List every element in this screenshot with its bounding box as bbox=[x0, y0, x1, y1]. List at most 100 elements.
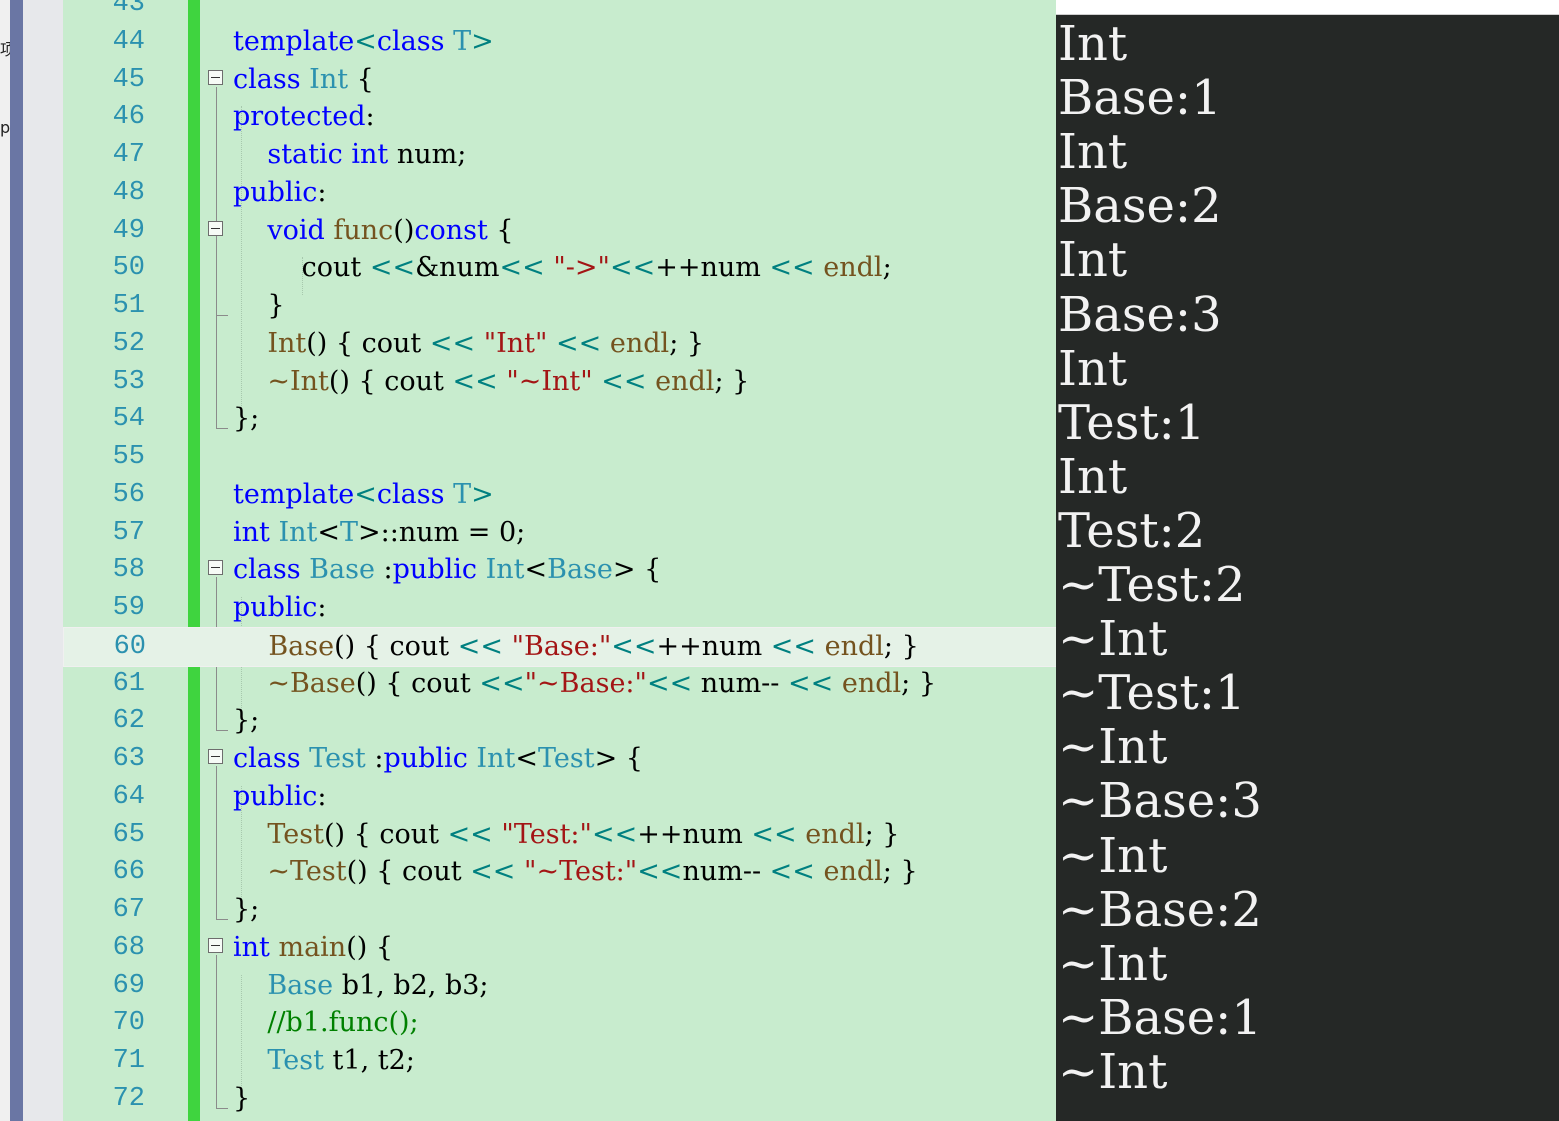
code-token: << bbox=[609, 252, 656, 284]
code-token: static bbox=[267, 139, 343, 170]
code-token: { bbox=[487, 214, 514, 246]
code-token: "Base:" bbox=[511, 630, 612, 662]
code-line[interactable]: 55 bbox=[63, 438, 1056, 476]
line-number: 54 bbox=[112, 404, 145, 435]
code-token: << bbox=[646, 667, 693, 699]
code-line-current[interactable]: 60 Base() { cout << "Base:"<<++num << en… bbox=[63, 626, 1056, 667]
code-token: < bbox=[354, 478, 377, 510]
code-token: < bbox=[317, 516, 340, 548]
code-line[interactable]: 47 static int num; bbox=[63, 136, 1056, 174]
code-line[interactable]: 70 //b1.func(); bbox=[63, 1004, 1056, 1042]
code-token: public bbox=[392, 554, 477, 586]
code-token: template bbox=[233, 478, 355, 510]
code-line[interactable]: 58 class Base :public Int<Base> { bbox=[63, 551, 1056, 589]
code-token: template bbox=[233, 25, 355, 57]
collapse-icon[interactable] bbox=[208, 937, 223, 953]
code-token: ; } bbox=[883, 630, 919, 662]
console-output-line: Int bbox=[1058, 232, 1128, 289]
vertical-scrollbar[interactable] bbox=[10, 0, 23, 1121]
code-line[interactable]: 61 ~Base() { cout <<"~Base:"<< num-- << … bbox=[63, 665, 1056, 703]
code-token: endl bbox=[655, 365, 715, 397]
code-text: Test t1, t2; bbox=[233, 1042, 415, 1080]
code-line[interactable]: 56 template<class T> bbox=[63, 476, 1056, 514]
code-line[interactable]: 50 cout <<&num<< "->"<<++num << endl; bbox=[63, 249, 1056, 287]
code-token: << bbox=[611, 630, 657, 662]
code-line[interactable]: 66 ~Test() { cout << "~Test:"<<num-- << … bbox=[63, 853, 1056, 891]
code-text: Base b1, b2, b3; bbox=[233, 967, 488, 1005]
code-token: cout bbox=[233, 252, 370, 284]
code-token: Test bbox=[267, 818, 324, 850]
solution-explorer-glyph: p bbox=[0, 118, 11, 137]
line-number: 70 bbox=[112, 1008, 145, 1039]
line-number: 43 bbox=[112, 0, 145, 19]
code-token: ~Base bbox=[267, 667, 356, 699]
code-line[interactable]: 72} bbox=[63, 1080, 1056, 1118]
line-number: 51 bbox=[112, 291, 145, 321]
console-titlebar[interactable] bbox=[1056, 0, 1559, 15]
collapse-icon[interactable] bbox=[208, 560, 223, 576]
code-token: > bbox=[471, 25, 494, 57]
code-token: }; bbox=[233, 894, 260, 925]
solution-explorer-edge: 项 p bbox=[0, 0, 16, 1121]
code-line[interactable]: 68 int main() { bbox=[63, 929, 1056, 967]
collapse-icon[interactable] bbox=[208, 749, 223, 764]
code-line[interactable]: 65 Test() { cout << "Test:"<<++num << en… bbox=[63, 816, 1056, 854]
code-token: num-- bbox=[682, 856, 770, 888]
code-line[interactable]: 63 class Test :public Int<Test> { bbox=[63, 740, 1056, 778]
code-token: } bbox=[233, 290, 285, 321]
code-line[interactable]: 57 int Int<T>::num = 0; bbox=[63, 514, 1056, 552]
code-line[interactable]: 67}; bbox=[63, 891, 1056, 929]
code-token: () { cout bbox=[334, 630, 458, 662]
code-line[interactable]: 46 protected: bbox=[63, 98, 1056, 136]
code-line[interactable]: 52 Int() { cout << "Int" << endl; } bbox=[63, 325, 1056, 363]
code-line[interactable]: 62}; bbox=[63, 702, 1056, 740]
code-token: protected bbox=[233, 101, 366, 133]
code-line[interactable]: 44 template<class T> bbox=[63, 23, 1056, 61]
code-text: public: bbox=[233, 778, 326, 816]
code-line[interactable]: 53 ~Int() { cout << "~Int" << endl; } bbox=[63, 363, 1056, 401]
collapse-icon[interactable] bbox=[208, 69, 223, 85]
code-token: class bbox=[233, 63, 301, 95]
code-text: static int num; bbox=[233, 136, 466, 174]
code-token: : bbox=[365, 101, 375, 133]
code-editor[interactable]: 43 44 template<class T> 45 class Int {46 prot… bbox=[63, 0, 1056, 1121]
code-token: }; bbox=[233, 403, 260, 435]
code-token: "->" bbox=[553, 252, 610, 284]
code-token: } bbox=[233, 1082, 251, 1114]
console-window[interactable]: Int Base:1 Int Base:2 Int Base:3 Int Test:1 Int T… bbox=[1056, 0, 1559, 1121]
code-token: class bbox=[233, 554, 301, 586]
code-line[interactable]: 43 bbox=[63, 0, 1056, 23]
code-line[interactable]: 51 } bbox=[63, 287, 1056, 325]
code-line[interactable]: 45 class Int { bbox=[63, 61, 1056, 99]
code-line[interactable]: 71 Test t1, t2; bbox=[63, 1042, 1056, 1080]
code-line[interactable]: 54}; bbox=[63, 400, 1056, 438]
code-line[interactable]: 48 public: bbox=[63, 174, 1056, 212]
code-token: ; } bbox=[882, 856, 918, 888]
code-line[interactable]: 69 Base b1, b2, b3; bbox=[63, 967, 1056, 1005]
code-text: class Int { bbox=[233, 61, 374, 99]
code-line[interactable]: 49 void func()const { bbox=[63, 212, 1056, 250]
console-output-line: ~Base:2 bbox=[1058, 881, 1262, 938]
code-token: << bbox=[770, 630, 817, 662]
line-number: 47 bbox=[112, 140, 145, 170]
console-output-line: ~Int bbox=[1058, 1043, 1168, 1100]
code-token: T bbox=[453, 478, 472, 510]
collapse-icon[interactable] bbox=[208, 220, 223, 236]
code-token: << bbox=[457, 630, 503, 662]
code-line[interactable]: 64 public: bbox=[63, 778, 1056, 816]
code-line[interactable]: 59 public: bbox=[63, 589, 1056, 627]
code-token: "Int" bbox=[483, 327, 548, 359]
line-number: 48 bbox=[112, 177, 145, 208]
console-output-line: Int bbox=[1058, 448, 1128, 505]
code-text: class Test :public Int<Test> { bbox=[233, 740, 643, 778]
code-token: ++num bbox=[637, 818, 752, 850]
code-token: () { cout bbox=[355, 667, 480, 699]
